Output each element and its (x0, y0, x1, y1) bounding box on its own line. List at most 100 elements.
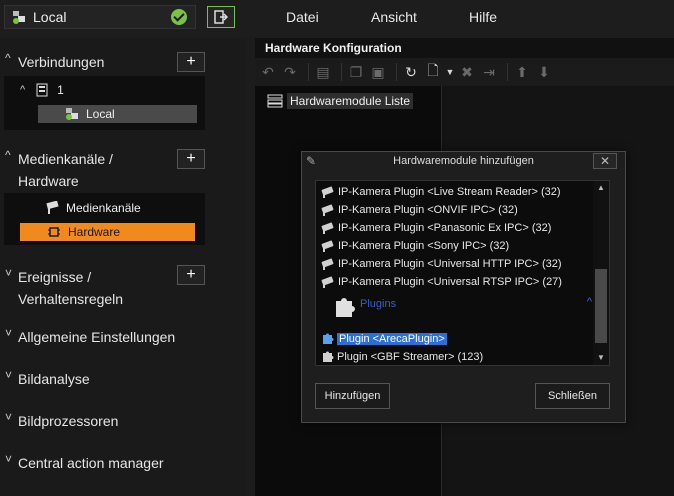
puzzle-icon (336, 298, 355, 317)
list-item-label: IP-Kamera Plugin <Sony IPC> (32) (338, 240, 510, 252)
list-item-selected[interactable]: Plugin <ArecaPlugin> (321, 331, 447, 347)
list-item[interactable]: Plugin <GBF Streamer> (123) (321, 349, 483, 365)
camera-icon (321, 204, 335, 216)
refresh-icon[interactable]: ↻ (402, 63, 420, 81)
list-item-label: IP-Kamera Plugin <Universal HTTP IPC> (3… (338, 258, 562, 270)
toolbar-divider (396, 63, 397, 81)
list-item[interactable]: IP-Kamera Plugin <Panasonic Ex IPC> (32) (321, 220, 551, 236)
dropdown-arrow-icon[interactable]: ▼ (446, 63, 455, 81)
tree-label: 1 (57, 83, 64, 97)
media-tree: Medienkanäle Hardware (4, 193, 205, 245)
tree-label: Local (86, 107, 115, 121)
plugins-group-header[interactable]: Plugins ^ (330, 293, 592, 325)
add-document-icon[interactable]: 🗋 (424, 62, 442, 81)
check-circle-icon (171, 9, 187, 25)
print-icon[interactable]: ▤ (314, 63, 332, 81)
camera-icon (321, 222, 335, 234)
chevron-up-icon: ^ (5, 148, 11, 162)
camera-icon (321, 276, 335, 288)
tree-item-local[interactable]: Local (38, 105, 197, 123)
section-title: Ereignisse / Verhaltensregeln (18, 269, 124, 307)
move-down-icon[interactable]: ⬇ (535, 63, 553, 81)
section-title: Medienkanäle / Hardware (18, 151, 113, 189)
undo-icon[interactable]: ↶ (259, 63, 277, 81)
copy-icon[interactable]: ❐ (347, 63, 365, 81)
add-media-button[interactable]: + (177, 149, 205, 169)
section-bildanalyse[interactable]: ˅ Bildanalyse (0, 368, 246, 390)
puzzle-icon (323, 351, 334, 362)
list-item[interactable]: IP-Kamera Plugin <Universal RTSP IPC> (2… (321, 274, 562, 290)
connection-selector[interactable]: Local (4, 5, 196, 29)
chevron-down-icon: ˅ (5, 452, 13, 466)
move-up-icon[interactable]: ⬆ (513, 63, 531, 81)
chip-icon (48, 227, 60, 237)
add-button[interactable]: Hinzufügen (315, 383, 390, 409)
toolbar: ↶ ↷ ▤ ❐ ▣ ↻ 🗋 ▼ ✖ ⇥ ⬆ ⬇ (255, 58, 674, 86)
list-icon (267, 94, 283, 108)
connection-name: Local (33, 9, 67, 25)
chevron-down-icon: ˅ (5, 266, 13, 280)
camera-icon (321, 240, 335, 252)
list-scrollbar[interactable]: ▲ ▼ (593, 181, 609, 365)
section-medienkanaele-hardware[interactable]: ^ Medienkanäle / Hardware (0, 148, 246, 192)
menu-ansicht[interactable]: Ansicht (371, 9, 417, 25)
section-verbindungen[interactable]: ^ Verbindungen (0, 51, 246, 73)
chevron-up-icon: ^ (5, 51, 11, 65)
connections-tree: ^ 1 Local (4, 76, 205, 130)
list-item[interactable]: IP-Kamera Plugin <ONVIF IPC> (32) (321, 202, 518, 218)
camera-icon (46, 201, 59, 214)
add-hardware-dialog: ✎ Hardwaremodule hinzufügen ✕ IP-Kamera … (301, 151, 626, 423)
chevron-up-icon[interactable]: ^ (587, 296, 592, 308)
list-item-label: IP-Kamera Plugin <Live Stream Reader> (3… (338, 186, 561, 198)
section-central-action-manager[interactable]: ˅ Central action manager (0, 452, 246, 474)
delete-icon[interactable]: ✖ (458, 63, 476, 81)
page-title: Hardware Konfiguration (265, 41, 402, 55)
toolbar-divider (507, 63, 508, 81)
chevron-down-icon: ˅ (5, 326, 13, 340)
local-connection-icon (66, 108, 78, 120)
menu-hilfe[interactable]: Hilfe (469, 9, 497, 25)
scroll-up-icon[interactable]: ▲ (593, 181, 609, 195)
tree-label: Medienkanäle (66, 201, 141, 215)
section-allgemeine-einstellungen[interactable]: ˅ Allgemeine Einstellungen (0, 326, 246, 348)
menu-datei[interactable]: Datei (286, 9, 319, 25)
section-title: Bildprozessoren (18, 413, 119, 429)
tree-label: Hardwaremodule Liste (287, 93, 414, 109)
toolbar-divider (341, 63, 342, 81)
paste-icon[interactable]: ▣ (369, 63, 387, 81)
tree-item-hardware-list[interactable]: Hardwaremodule Liste (267, 93, 414, 109)
close-button[interactable]: Schließen (535, 383, 610, 409)
list-item-label: Plugin <ArecaPlugin> (337, 333, 447, 345)
scroll-down-icon[interactable]: ▼ (593, 351, 609, 365)
tree-item-medienkanaele[interactable]: Medienkanäle (44, 201, 141, 215)
section-bildprozessoren[interactable]: ˅ Bildprozessoren (0, 410, 246, 432)
scroll-thumb[interactable] (595, 269, 607, 343)
add-connection-button[interactable]: + (177, 52, 205, 72)
section-title: Bildanalyse (18, 371, 90, 387)
tree-item-hardware[interactable]: Hardware (20, 223, 195, 241)
sidebar: ^ Verbindungen + ^ 1 Local ^ Medienkanäl… (0, 38, 246, 496)
export-icon[interactable]: ⇥ (480, 63, 498, 81)
redo-icon[interactable]: ↷ (281, 63, 299, 81)
dialog-close-button[interactable]: ✕ (593, 153, 617, 169)
add-event-button[interactable]: + (177, 265, 205, 285)
list-item-label: IP-Kamera Plugin <ONVIF IPC> (32) (338, 204, 518, 216)
list-item[interactable]: IP-Kamera Plugin <Universal HTTP IPC> (3… (321, 256, 562, 272)
list-item-label: IP-Kamera Plugin <Universal RTSP IPC> (2… (338, 276, 562, 288)
chevron-down-icon: ˅ (5, 368, 13, 382)
group-label: Plugins (360, 298, 397, 310)
toolbar-divider (308, 63, 309, 81)
section-title: Central action manager (18, 455, 164, 471)
camera-icon (321, 258, 335, 270)
list-item[interactable]: IP-Kamera Plugin <Live Stream Reader> (3… (321, 184, 561, 200)
local-connection-icon (13, 11, 25, 24)
tree-item-server[interactable]: ^ 1 (20, 83, 64, 97)
section-title: Allgemeine Einstellungen (18, 329, 176, 345)
chevron-down-icon: ˅ (5, 410, 13, 424)
list-item[interactable]: IP-Kamera Plugin <Sony IPC> (32) (321, 238, 509, 254)
exit-icon (214, 10, 228, 24)
dialog-title: Hardwaremodule hinzufügen (393, 155, 534, 167)
logout-button[interactable] (207, 6, 235, 28)
section-title: Verbindungen (18, 54, 105, 70)
section-ereignisse[interactable]: ˅ Ereignisse / Verhaltensregeln (0, 266, 246, 310)
